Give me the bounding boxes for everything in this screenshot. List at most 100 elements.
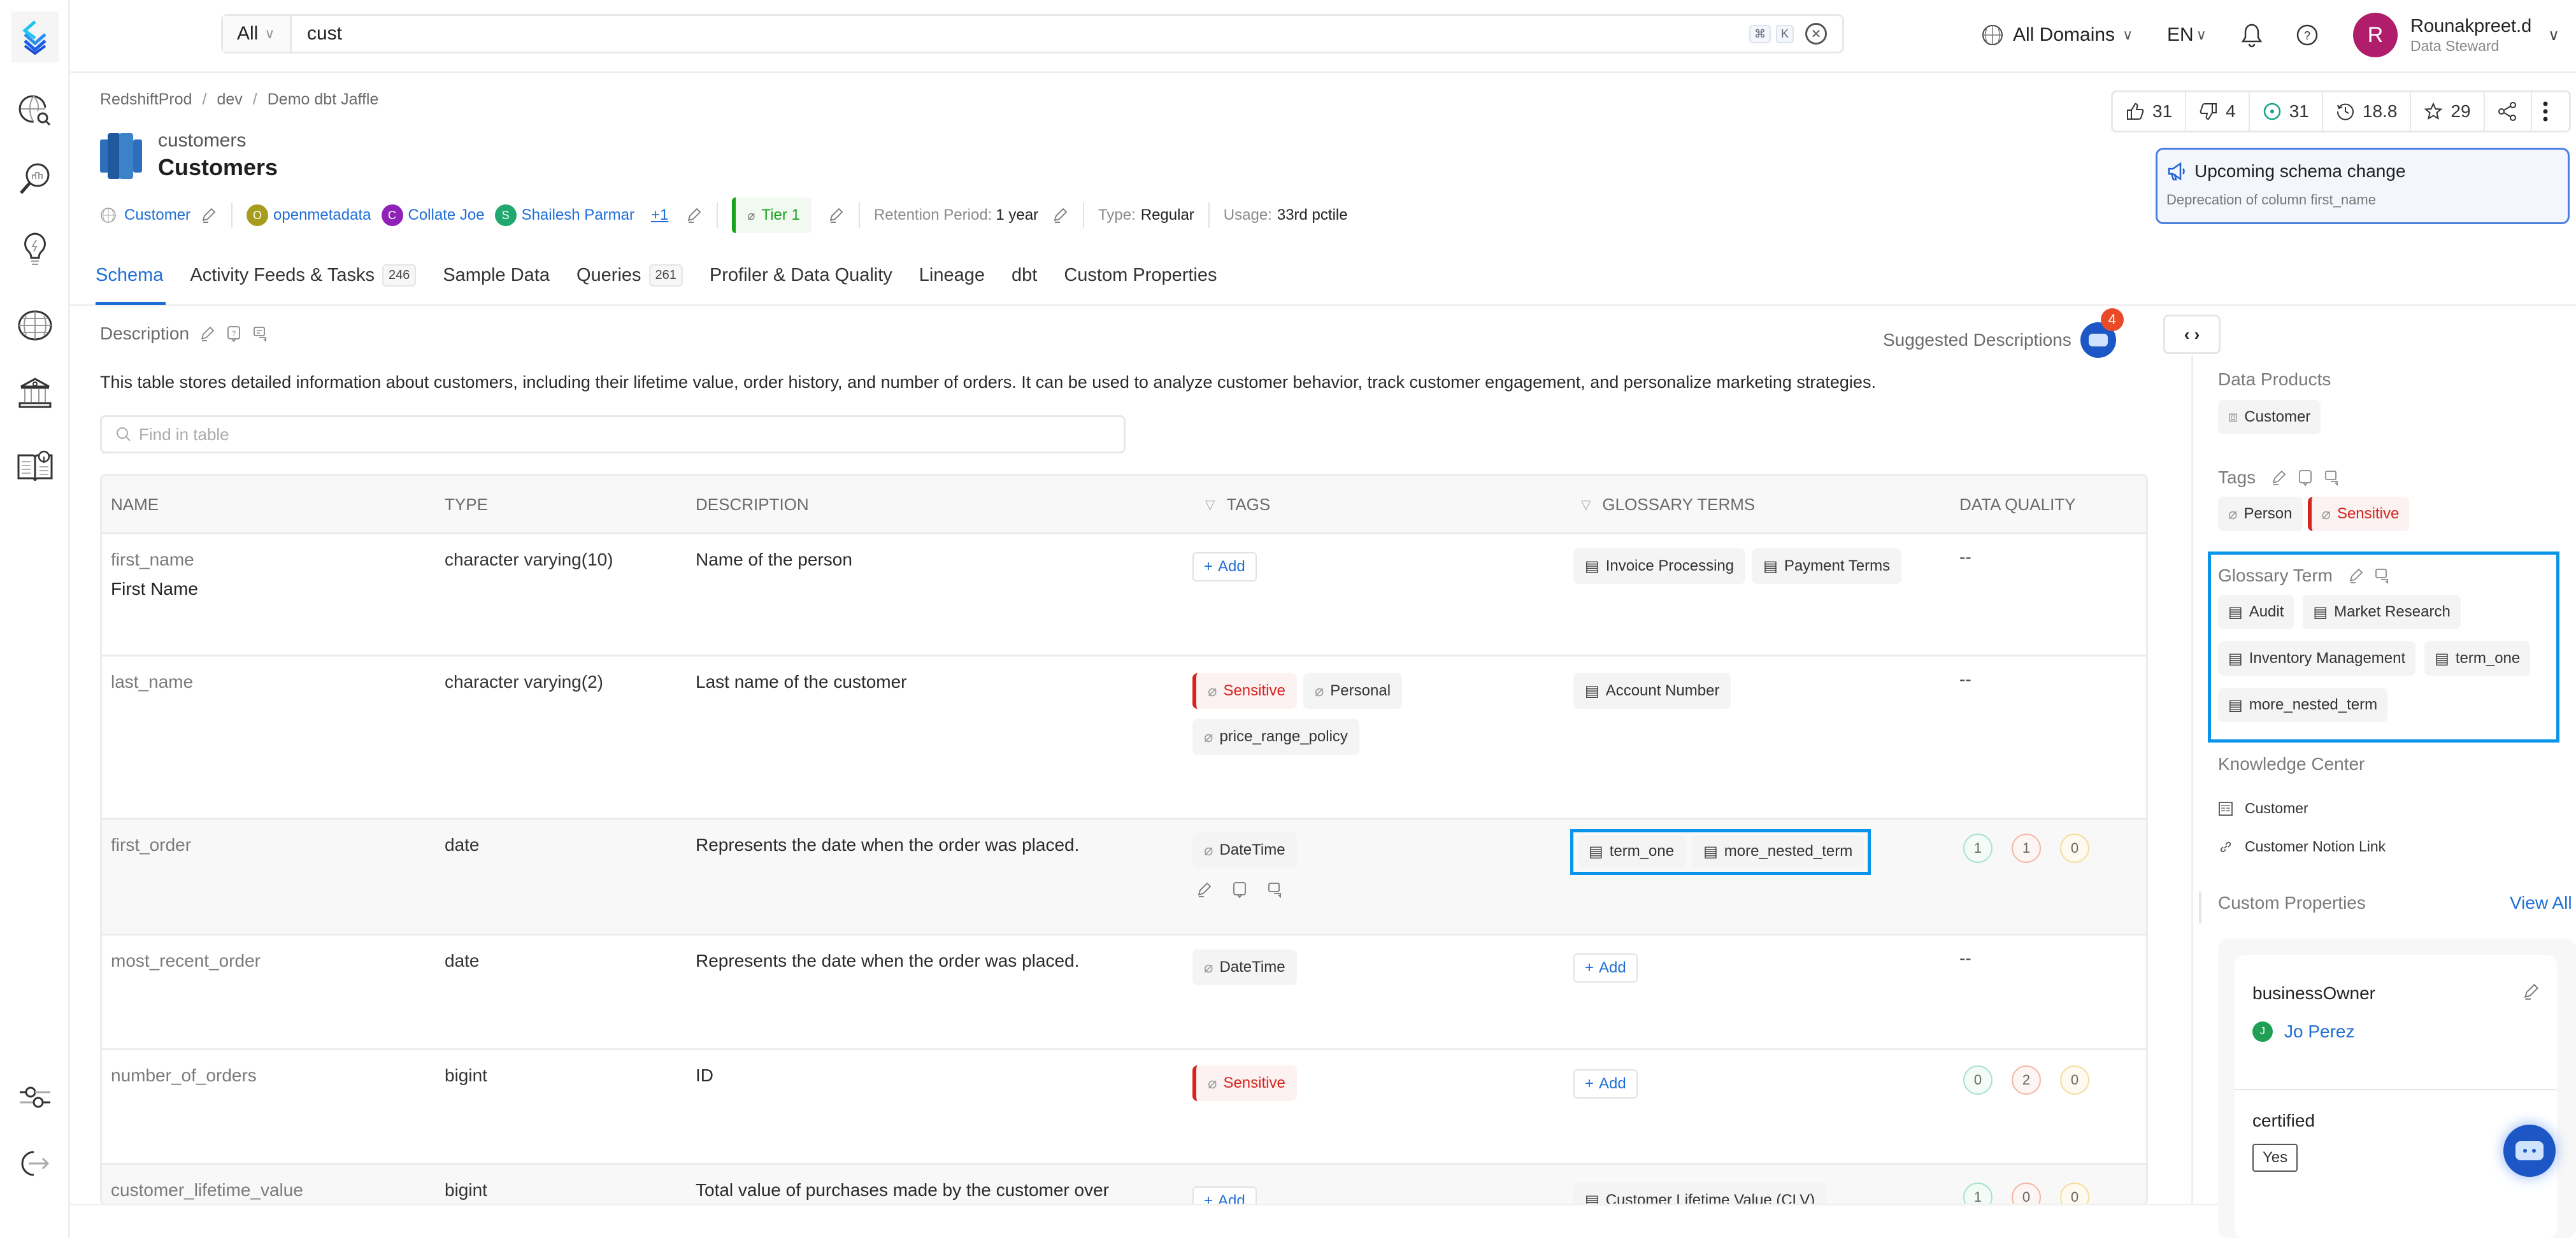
table-row[interactable]: customer_lifetime_value bigint Total val… [102,1165,2146,1204]
edit-owners-icon[interactable] [685,206,703,224]
column-name[interactable]: last_name [111,672,193,692]
filter-icon[interactable]: ▽ [1205,497,1215,513]
upvote-button[interactable]: 31 [2113,92,2187,131]
star-button[interactable]: 29 [2411,92,2485,131]
owner-link[interactable]: openmetadata [273,206,371,224]
owner-link[interactable]: Collate Joe [408,206,485,224]
conversation-icon[interactable] [1266,881,1284,899]
tab-queries[interactable]: Queries 261 [576,262,697,288]
table-row[interactable]: last_name character varying(2) Last name… [102,657,2146,820]
column-name[interactable]: number_of_orders [111,1065,257,1086]
knowledge-nav[interactable] [14,445,56,487]
table-row[interactable]: number_of_orders bigint ID ⌀ Sensitive + A… [102,1050,2146,1165]
notifications-button[interactable] [2241,13,2263,57]
find-in-table-input[interactable]: Find in table [100,415,1126,453]
tag-chip[interactable]: ⌀ DateTime [1192,950,1297,985]
tab-activity-feeds[interactable]: Activity Feeds & Tasks 246 [190,262,430,288]
tab-lineage[interactable]: Lineage [919,262,999,288]
tag-chip[interactable]: ⌀ DateTime [1192,832,1297,868]
glossary-term-chip[interactable]: ▤ Customer Lifetime Value (CLV) [1573,1183,1827,1204]
toggle-panel-button[interactable]: ‹ › [2163,315,2221,354]
domains-nav[interactable] [14,304,56,346]
data-quality-nav[interactable] [14,158,56,200]
tab-dbt[interactable]: dbt [1012,262,1051,288]
user-menu[interactable]: R Rounakpreet.d Data Steward ∨ [2353,13,2559,57]
edit-description-icon[interactable] [198,325,216,343]
suggested-descriptions[interactable]: Suggested Descriptions 4 [1883,308,2124,358]
data-quality-summary[interactable]: 1 0 0 [1963,1183,2089,1204]
glossary-term-chip[interactable]: ▤ Inventory Management [2218,641,2416,676]
edit-retention-icon[interactable] [1051,206,1069,224]
explore-nav[interactable] [14,89,56,131]
request-tags-icon[interactable] [1231,881,1249,899]
glossary-term-chip[interactable]: ▤ Market Research [2303,595,2461,629]
schema-change-announcement[interactable]: Upcoming schema change Deprecation of co… [2156,148,2570,224]
tag-chip-sensitive[interactable]: ⌀ Sensitive [1192,1065,1297,1101]
breadcrumb-schema[interactable]: Demo dbt Jaffle [268,90,379,109]
glossary-term-chip[interactable]: ▤ term_one [2424,641,2531,676]
column-name[interactable]: customer_lifetime_value [111,1180,303,1200]
logout-nav[interactable] [14,1142,56,1185]
app-logo[interactable] [11,11,59,62]
search-scope-select[interactable]: All ∨ [223,16,292,52]
breadcrumb-service[interactable]: RedshiftProd [100,90,192,109]
table-row[interactable]: most_recent_order date Represents the da… [102,936,2146,1050]
edit-glossary-icon[interactable] [2347,567,2365,585]
glossary-term-chip[interactable]: ▤ term_one [1577,835,1686,868]
table-row[interactable]: first_order date Represents the date whe… [102,820,2146,936]
glossary-term-chip[interactable]: ▤ Payment Terms [1752,548,1902,584]
conversation-icon[interactable] [2323,469,2341,487]
tab-sample-data[interactable]: Sample Data [443,262,564,288]
tag-chip-sensitive[interactable]: ⌀ Sensitive [2307,497,2410,531]
search-input[interactable]: cust [292,23,1749,45]
add-glossary-button[interactable]: + Add [1573,953,1638,983]
insights-nav[interactable] [14,228,56,270]
more-owners-link[interactable]: +1 [651,206,668,224]
language-selector[interactable]: EN ∨ [2167,13,2207,57]
glossary-term-chip[interactable]: ▤ Account Number [1573,673,1731,709]
view-all-link[interactable]: View All [2510,893,2572,913]
request-description-icon[interactable]: ? [225,325,243,343]
glossary-terms-highlighted[interactable]: ▤ term_one ▤ more_nested_term [1570,829,1871,875]
domain-selector[interactable]: All Domains ∨ [1981,13,2133,57]
ai-assistant-button[interactable] [2503,1125,2556,1177]
column-name[interactable]: first_order [111,835,191,855]
edit-tags-icon[interactable] [1195,881,1213,899]
tab-custom-properties[interactable]: Custom Properties [1064,262,1231,288]
glossary-term-chip[interactable]: ▤ Invoice Processing [1573,548,1746,584]
version-history-button[interactable]: 18.8 [2323,92,2412,131]
conversation-icon[interactable] [2373,567,2391,585]
edit-property-icon[interactable] [2521,982,2540,1001]
add-tag-button[interactable]: + Add [1192,552,1257,581]
tag-chip[interactable]: ⌀ Personal [1303,673,1403,709]
column-name[interactable]: first_name [111,550,198,570]
property-user-value[interactable]: J Jo Perez [2252,1021,2355,1042]
knowledge-article-link[interactable]: Customer [2218,800,2308,817]
data-quality-summary[interactable]: 1 1 0 [1963,834,2089,863]
glossary-term-chip[interactable]: ▤ more_nested_term [1692,835,1864,868]
governance-nav[interactable] [14,372,56,414]
data-quality-summary[interactable]: 0 2 0 [1963,1065,2089,1095]
tag-chip-sensitive[interactable]: ⌀ Sensitive [1192,673,1297,709]
owner-link[interactable]: Shailesh Parmar [522,206,634,224]
clear-search-icon[interactable]: ✕ [1805,23,1827,45]
help-button[interactable]: ? [2296,13,2319,57]
tier-badge[interactable]: ⌀ Tier 1 [732,197,812,233]
edit-tags-icon[interactable] [2270,469,2287,487]
glossary-term-chip[interactable]: ▤ Audit [2218,595,2294,629]
domain-link[interactable]: Customer [124,206,190,224]
knowledge-link[interactable]: Customer Notion Link [2218,838,2386,855]
column-name[interactable]: most_recent_order [111,951,261,971]
glossary-term-chip[interactable]: ▤ more_nested_term [2218,688,2388,722]
downvote-button[interactable]: 4 [2186,92,2250,131]
request-tags-icon[interactable] [2296,469,2314,487]
tag-chip[interactable]: ⌀ price_range_policy [1192,719,1359,755]
table-row[interactable]: first_name First Name character varying(… [102,534,2146,657]
more-options-button[interactable] [2532,92,2559,131]
tab-profiler[interactable]: Profiler & Data Quality [710,262,906,288]
tag-chip[interactable]: ⌀ Person [2218,497,2303,531]
breadcrumb-database[interactable]: dev [217,90,242,109]
add-glossary-button[interactable]: + Add [1573,1069,1638,1099]
global-search[interactable]: All ∨ cust ⌘ K ✕ [221,14,1844,53]
follow-button[interactable]: 31 [2250,92,2323,131]
